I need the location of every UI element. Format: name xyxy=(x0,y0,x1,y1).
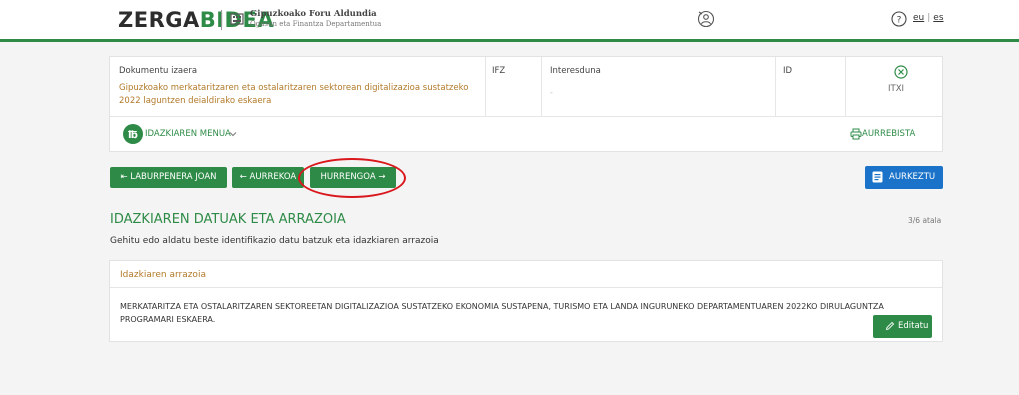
help-icon[interactable]: ? xyxy=(891,11,907,27)
interested-value: - xyxy=(550,88,553,97)
document-info-row: Dokumentu izaera Gipuzkoako merkataritza… xyxy=(110,57,942,117)
preview-link[interactable]: AURREBISTA xyxy=(862,129,915,139)
submit-button[interactable]: AURKEZTU xyxy=(865,166,943,189)
svg-text:℔: ℔ xyxy=(128,130,138,141)
submit-label: AURKEZTU xyxy=(889,172,936,182)
language-switch: eu | es xyxy=(913,13,944,23)
organization-name: Gipuzkoako Foru Aldundia Ogasun eta Fina… xyxy=(250,9,381,28)
lang-eu-link[interactable]: eu xyxy=(913,13,924,23)
document-type-label: Dokumentu izaera xyxy=(119,66,198,76)
org-line1: Gipuzkoako Foru Aldundia xyxy=(250,9,377,19)
highlight-ellipse xyxy=(298,158,406,198)
column-divider xyxy=(845,57,846,117)
edit-label: Editatu xyxy=(898,321,929,331)
document-card: Dokumentu izaera Gipuzkoako merkataritza… xyxy=(109,56,943,152)
printer-icon[interactable] xyxy=(850,128,862,140)
logo-part-a: ZERGA xyxy=(118,8,200,32)
top-header: ZERGABIDEA Gipuzkoako Foru Aldundia Ogas… xyxy=(0,0,1019,42)
column-divider xyxy=(485,57,486,117)
edit-button[interactable]: Editatu xyxy=(873,315,932,338)
close-button[interactable]: ITXI xyxy=(888,84,904,94)
column-divider xyxy=(775,57,776,117)
reason-title: Idazkiaren arrazoia xyxy=(120,270,206,280)
step-indicator: 3/6 atala xyxy=(908,216,942,225)
building-icon xyxy=(230,13,244,25)
reason-header: Idazkiaren arrazoia xyxy=(110,261,942,288)
reason-text: MERKATARITZA ETA OSTALARITZAREN SEKTOREE… xyxy=(120,302,884,324)
id-label: ID xyxy=(783,66,793,76)
document-type-value: Gipuzkoako merkataritzaren eta ostalarit… xyxy=(119,83,469,106)
column-divider xyxy=(541,57,542,117)
interested-label: Interesduna xyxy=(550,66,601,76)
section-subtitle: Gehitu edo aldatu beste identifikazio da… xyxy=(110,236,439,246)
svg-text:?: ? xyxy=(897,16,902,26)
go-to-summary-button[interactable]: ⇤ LABURPENERA JOAN xyxy=(110,167,227,188)
submit-icon xyxy=(872,171,883,183)
close-icon[interactable] xyxy=(894,65,908,79)
org-line2: Ogasun eta Finantza Departamentua xyxy=(250,20,382,28)
document-menu-row: ℔ IDAZKIAREN MENUA AURREBISTA xyxy=(110,118,942,152)
previous-button[interactable]: ← AURREKOA xyxy=(232,167,304,188)
user-icon[interactable] xyxy=(697,10,715,28)
section-title: IDAZKIAREN DATUAK ETA ARRAZOIA xyxy=(110,212,346,227)
reason-card: Idazkiaren arrazoia MERKATARITZA ETA OST… xyxy=(109,260,943,342)
document-menu-toggle[interactable]: IDAZKIAREN MENUA xyxy=(145,129,231,139)
menu-badge-icon[interactable]: ℔ xyxy=(123,124,143,144)
logo-divider xyxy=(221,10,222,30)
pencil-icon xyxy=(885,321,895,331)
lang-es-link[interactable]: es xyxy=(933,13,943,23)
chevron-down-icon[interactable] xyxy=(229,130,237,138)
ifz-label: IFZ xyxy=(492,66,506,76)
lang-separator: | xyxy=(927,13,931,23)
